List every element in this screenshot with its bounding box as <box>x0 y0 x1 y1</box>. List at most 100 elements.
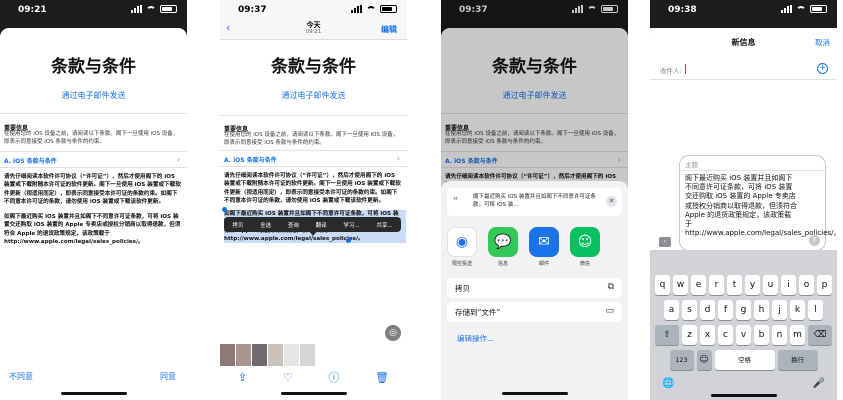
divider <box>220 166 407 167</box>
key-f[interactable]: f <box>718 300 733 320</box>
key-b[interactable]: b <box>754 325 769 345</box>
agree-button[interactable]: 同意 <box>160 371 176 382</box>
menu-share[interactable]: 共享... <box>376 221 392 229</box>
photo-thumbnail[interactable] <box>268 344 283 366</box>
section-link[interactable]: A. iOS 条款与条件 › <box>4 155 182 165</box>
share-app-mail[interactable]: ✉ 邮件 <box>529 227 559 267</box>
message-body[interactable]: 阁下最近购买 iOS 装置并且如阁下不同意许可证条款，可将 iOS 装置交还购取… <box>685 174 837 238</box>
numbers-key[interactable]: 123 <box>669 350 694 370</box>
subject-field[interactable]: 主题 <box>685 159 698 169</box>
key-l[interactable]: l <box>808 300 823 320</box>
info-icon[interactable]: ⓘ <box>328 369 339 385</box>
email-link[interactable]: 通过电子邮件发送 <box>0 90 187 101</box>
battery-icon <box>380 5 397 13</box>
key-m[interactable]: m <box>790 325 805 345</box>
key-s[interactable]: s <box>682 300 697 320</box>
edit-menu: 拷贝 全选 查询 翻译 学习... 共享... <box>224 217 401 232</box>
add-contact-icon[interactable]: + <box>817 63 828 74</box>
key-p[interactable]: p <box>817 275 832 295</box>
globe-icon[interactable]: 🌐 <box>662 378 674 389</box>
key-e[interactable]: e <box>691 275 706 295</box>
emoji-key-icon[interactable]: ☺ <box>696 350 712 370</box>
disagree-button[interactable]: 不同意 <box>9 371 33 382</box>
keyboard: q w e r t y u i o p a s d f g h j k l ⇧ … <box>650 250 837 400</box>
shift-key-icon[interactable]: ⇧ <box>655 325 679 345</box>
photo-thumbnail[interactable] <box>220 344 235 366</box>
key-c[interactable]: c <box>718 325 733 345</box>
share-preview: ❝ 阁下最近购买 iOS 装置并且如阁下不同意许可证条款，可将 iOS 装...… <box>447 188 622 216</box>
key-n[interactable]: n <box>772 325 787 345</box>
key-y[interactable]: y <box>745 275 760 295</box>
key-k[interactable]: k <box>790 300 805 320</box>
key-a[interactable]: a <box>664 300 679 320</box>
divider <box>220 150 407 151</box>
photo-thumbnail[interactable] <box>284 344 299 366</box>
action-save-to-files[interactable]: 存储到“文件” ▭ <box>447 302 622 322</box>
key-i[interactable]: i <box>781 275 796 295</box>
edit-actions-link[interactable]: 编辑操作... <box>457 333 494 344</box>
key-h[interactable]: h <box>754 300 769 320</box>
selection-start-handle[interactable] <box>222 207 227 212</box>
menu-translate[interactable]: 翻译 <box>316 221 327 229</box>
key-g[interactable]: g <box>736 300 751 320</box>
action-copy[interactable]: 拷贝 ⧉ <box>447 278 622 298</box>
share-icon[interactable]: ⇪ <box>238 371 247 384</box>
menu-lookup[interactable]: 查询 <box>288 221 299 229</box>
edit-button[interactable]: 编辑 <box>381 24 397 35</box>
microphone-icon[interactable]: 🎤 <box>813 378 825 389</box>
key-z[interactable]: z <box>682 325 697 345</box>
menu-copy[interactable]: 拷贝 <box>232 221 243 229</box>
send-arrow-icon[interactable]: ↑ <box>809 235 820 246</box>
screenshot-stage: 09:21 条款与条件 通过电子邮件发送 重要信息 在使用您的 iOS 设备之前… <box>0 0 843 400</box>
photo-thumbnail[interactable] <box>236 344 251 366</box>
action-label: 存储到“文件” <box>455 308 501 317</box>
important-text: 在使用您的 iOS 设备之前，请阅读以下条款。阁下一旦使用 iOS 设备，即表示… <box>224 132 399 146</box>
divider <box>0 113 187 114</box>
close-icon[interactable]: ✕ <box>606 196 617 207</box>
photo-thumbnail[interactable] <box>252 344 267 366</box>
quote-icon: ❝ <box>453 196 458 206</box>
key-r[interactable]: r <box>709 275 724 295</box>
share-sheet: ❝ 阁下最近购买 iOS 装置并且如阁下不同意许可证条款，可将 iOS 装...… <box>441 181 628 400</box>
menu-learn[interactable]: 学习... <box>343 221 359 229</box>
recipient-row[interactable]: 收件人: + <box>650 58 837 80</box>
space-key[interactable]: 空格 <box>714 350 775 370</box>
divider <box>0 151 187 152</box>
heart-icon[interactable]: ♡ <box>283 371 293 384</box>
key-j[interactable]: j <box>772 300 787 320</box>
menu-select-all[interactable]: 全选 <box>260 221 271 229</box>
share-app-label: 隔空投送 <box>451 261 472 267</box>
scan-icon[interactable]: ◎ <box>385 325 401 341</box>
messages-icon: 💬 <box>488 227 518 257</box>
status-time: 09:21 <box>18 5 47 15</box>
share-app-messages[interactable]: 💬 信息 <box>488 227 518 267</box>
key-o[interactable]: o <box>799 275 814 295</box>
return-key[interactable]: 换行 <box>777 350 818 370</box>
nav-time: 09:21 <box>305 29 322 35</box>
key-v[interactable]: v <box>736 325 751 345</box>
message-field[interactable]: 主题 阁下最近购买 iOS 装置并且如阁下不同意许可证条款，可将 iOS 装置交… <box>679 155 837 251</box>
key-t[interactable]: t <box>727 275 742 295</box>
home-indicator <box>61 392 127 395</box>
cellular-icon <box>131 5 142 13</box>
key-u[interactable]: u <box>763 275 778 295</box>
terms-paragraph-1: 请先仔细阅读本软件许可协议（“许可证”），然后才使用阁下的 iOS 装置或下载附… <box>4 174 181 205</box>
key-d[interactable]: d <box>700 300 715 320</box>
share-app-wechat[interactable]: ☺ 微信 <box>570 227 600 267</box>
email-link[interactable]: 通过电子邮件发送 <box>220 90 407 101</box>
cancel-button[interactable]: 取消 <box>815 37 830 48</box>
key-x[interactable]: x <box>700 325 715 345</box>
section-link[interactable]: A. iOS 条款与条件 › <box>224 154 402 164</box>
mail-icon: ✉ <box>529 227 559 257</box>
photo-thumbnail[interactable] <box>300 344 315 366</box>
selection-end-handle[interactable] <box>346 238 351 243</box>
key-q[interactable]: q <box>655 275 670 295</box>
trash-icon[interactable]: 🗑 <box>375 371 389 384</box>
key-w[interactable]: w <box>673 275 688 295</box>
recipient-label: 收件人: <box>660 67 682 75</box>
app-drawer-icon[interactable]: › <box>659 237 671 247</box>
chevron-right-icon: › <box>176 155 180 164</box>
share-app-airdrop[interactable]: ◉ 隔空投送 <box>447 227 477 267</box>
text-caret <box>685 64 686 74</box>
delete-key-icon[interactable]: ⌫ <box>808 325 832 345</box>
